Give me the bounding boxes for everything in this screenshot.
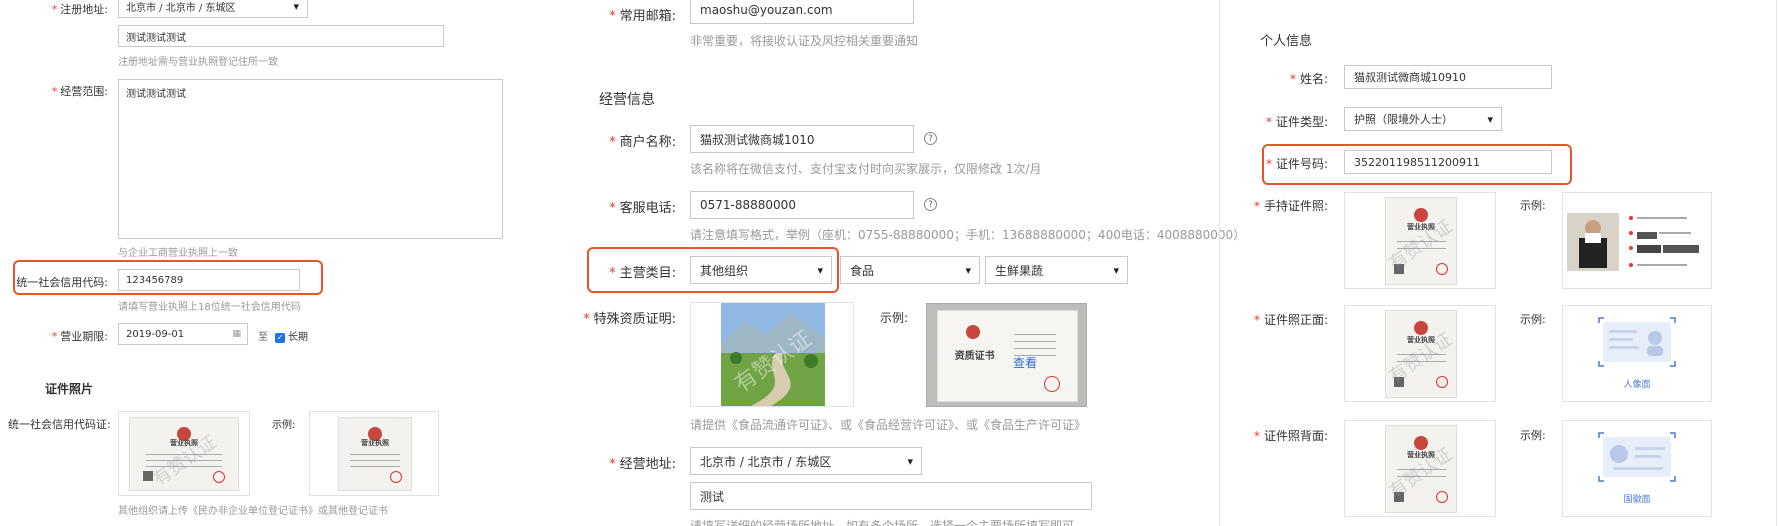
calendar-icon: ▦ [232, 329, 241, 339]
handheld-label: * 手持证件照: [1253, 199, 1328, 213]
email-input[interactable]: maoshu@youzan.com [690, 0, 914, 24]
qualification-sample-label: 示例: [880, 311, 909, 325]
front-sample-card: 人像面 [1562, 305, 1712, 402]
back-label: * 证件照背面: [1253, 429, 1328, 443]
photos-title: 证件照片 [45, 382, 94, 396]
seal-icon [1435, 263, 1448, 276]
front-sample-label: 示例: [1520, 313, 1546, 326]
category-label: * 主营类目: [609, 266, 676, 281]
name-input[interactable]: 猫叔测试微商城10910 [1344, 65, 1552, 89]
scope-label: * 经营范围: [51, 85, 108, 98]
period-label: * 营业期限: [51, 330, 108, 343]
reg-address-label: * 注册地址: [51, 3, 108, 16]
credit-code-input[interactable]: 123456789 [118, 269, 300, 291]
emblem-icon [1414, 436, 1428, 451]
category-select-2[interactable]: 食品 [840, 256, 980, 284]
help-icon[interactable]: ? [924, 198, 937, 211]
cert-upload-card[interactable]: 营业执照 有赞认证 [118, 411, 250, 496]
email-label: * 常用邮箱: [609, 9, 676, 24]
back-sample-caption: 国徽面 [1623, 495, 1651, 505]
merchant-name-label: * 商户名称: [609, 135, 676, 150]
biz-address-hint: 请填写详细的经营场所地址，如有多个场所，选择一个主要场所填写即可 [690, 519, 1075, 526]
cert-sample-thumbnail: 营业执照 [338, 417, 412, 491]
back-sample-label: 示例: [1520, 429, 1546, 442]
emblem-icon [965, 324, 980, 339]
cert-thumbnail: 营业执照 有赞认证 [129, 417, 239, 491]
cert-sample-title: 营业执照 [361, 439, 389, 448]
category-select-1[interactable]: 其他组织 [690, 256, 832, 284]
long-term-checkbox[interactable]: ✓ 长期 [275, 328, 308, 343]
emblem-icon [1414, 321, 1428, 336]
service-phone-input[interactable]: 0571-88880000 [690, 191, 914, 219]
seal-icon [213, 470, 226, 483]
qualification-sample-card: 资质证书 查看 [926, 303, 1087, 407]
seal-icon [1435, 491, 1448, 504]
back-sample-card: 国徽面 [1562, 420, 1712, 517]
cert-upload-label: 统一社会信用代码证: [8, 418, 111, 431]
service-phone-hint: 请注意填写格式，举例（座机：0755-88880000；手机：136888800… [690, 228, 1246, 242]
qualification-label: * 特殊资质证明: [583, 312, 676, 327]
biz-address-detail-input[interactable]: 测试 [690, 482, 1092, 510]
cert-sample-card: 营业执照 [309, 411, 439, 496]
service-phone-label: * 客服电话: [609, 201, 676, 216]
name-label: * 姓名: [1289, 72, 1328, 86]
help-icon[interactable]: ? [924, 132, 937, 145]
cert-sample-label: 示例: [272, 420, 296, 431]
reg-address-detail-input[interactable]: 测试测试测试 [118, 25, 444, 47]
reg-address-hint: 注册地址需与营业执照登记住所一致 [118, 57, 278, 68]
front-sample-caption: 人像面 [1623, 380, 1651, 390]
qualification-hint: 请提供《食品流通许可证》、或《食品经营许可证》、或《食品生产许可证》 [690, 418, 1087, 432]
credit-code-label: 统一社会信用代码: [16, 276, 108, 289]
qualification-sample-thumbnail: 资质证书 查看 [937, 310, 1078, 402]
merchant-name-hint: 该名称将在微信支付、支付宝支付时向买家展示，仅限修改 1次/月 [690, 162, 1042, 176]
emblem-icon [1414, 208, 1428, 223]
front-upload-card[interactable]: 营业执照 有赞认证 [1344, 305, 1496, 402]
column-divider [1219, 0, 1220, 526]
handheld-sample-label: 示例: [1520, 199, 1546, 212]
view-link[interactable]: 查看 [1013, 354, 1037, 371]
seal-icon [1044, 376, 1061, 392]
right-edge-divider [1776, 0, 1777, 526]
period-date-input[interactable]: 2019-09-01 ▦ [118, 323, 248, 345]
email-hint: 非常重要，将接收认证及风控相关重要通知 [690, 34, 919, 48]
personal-section-title: 个人信息 [1260, 34, 1313, 49]
handheld-sample-card [1562, 192, 1712, 289]
id-type-select[interactable]: 护照（限境外人士） [1344, 107, 1502, 131]
biz-address-select[interactable]: 北京市 / 北京市 / 东城区 [690, 447, 922, 475]
cert-upload-hint: 其他组织请上传《民办非企业单位登记证书》或其他登记证书 [118, 506, 388, 517]
handheld-upload-card[interactable]: 营业执照 有赞认证 [1344, 192, 1496, 289]
credit-code-hint: 请填写营业执照上18位统一社会信用代码 [118, 302, 301, 313]
id-number-input[interactable]: 352201198511200911 [1344, 150, 1552, 174]
check-icon: ✓ [275, 333, 285, 343]
reg-address-select[interactable]: 北京市 / 北京市 / 东城区 [118, 0, 308, 18]
handheld-sample-illustration [1567, 213, 1699, 271]
category-select-3[interactable]: 生鲜果蔬 [985, 256, 1128, 284]
business-section-title: 经营信息 [599, 92, 655, 108]
seal-icon [1435, 376, 1448, 389]
merchant-name-input[interactable]: 猫叔测试微商城1010 [690, 125, 914, 153]
scope-textarea[interactable]: 测试测试测试 [118, 79, 503, 239]
id-number-label: * 证件号码: [1265, 157, 1328, 171]
back-upload-card[interactable]: 营业执照 有赞认证 [1344, 420, 1496, 517]
seal-icon [390, 470, 403, 483]
biz-address-label: * 经营地址: [609, 457, 676, 472]
scope-hint: 与企业工商营业执照上一致 [118, 248, 238, 259]
qualification-upload-card[interactable]: 有赞认证 [690, 302, 854, 407]
period-to-text: 至 [258, 332, 268, 343]
id-type-label: * 证件类型: [1265, 115, 1328, 129]
front-label: * 证件照正面: [1253, 313, 1328, 327]
